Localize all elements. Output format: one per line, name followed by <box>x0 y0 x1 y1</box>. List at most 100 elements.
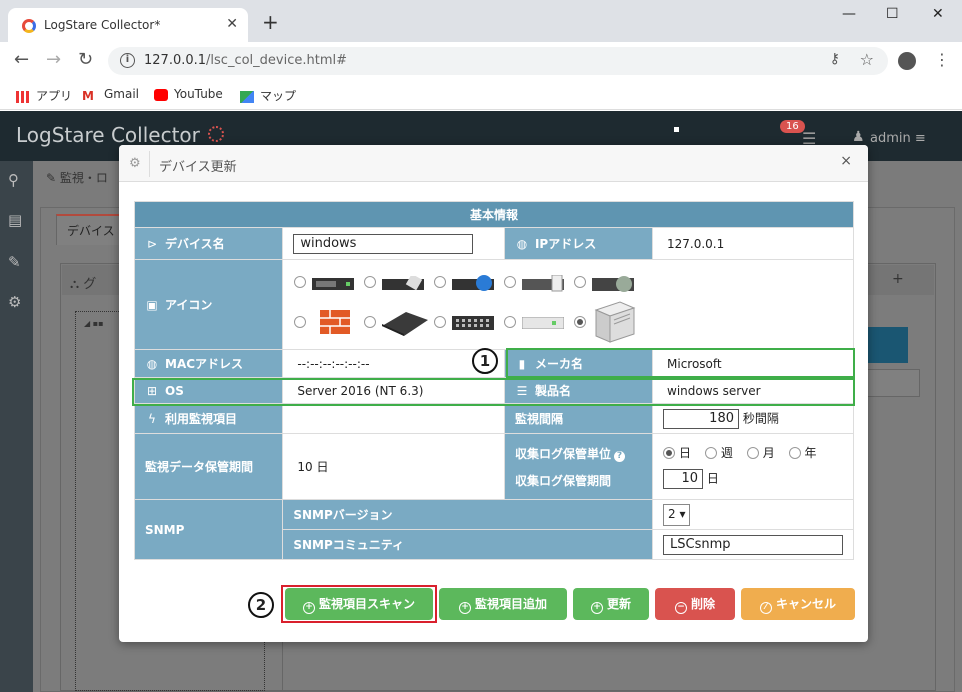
icon-radio-storage[interactable] <box>504 276 516 288</box>
add-icon[interactable]: + <box>892 271 904 287</box>
rack-server-icon <box>312 278 354 290</box>
radio-month-label: 月 <box>762 446 775 460</box>
tower-server-icon <box>594 301 636 343</box>
status-dot <box>674 127 679 132</box>
retention-label: 監視データ保管期間 <box>133 433 284 500</box>
mac-label: ◍ MACアドレス <box>133 349 284 378</box>
url-host: 127.0.0.1 <box>144 53 207 68</box>
snmp-community-field[interactable]: LSCsnmp <box>663 534 843 555</box>
breadcrumb: ✎ 監視・ロ <box>46 171 108 185</box>
delete-button[interactable]: − 削除 <box>655 588 735 620</box>
radio-month[interactable] <box>746 446 759 459</box>
button-label: 削除 <box>690 597 715 611</box>
new-tab-icon[interactable]: + <box>262 12 279 32</box>
tab-title: LogStare Collector* <box>44 18 161 32</box>
back-icon[interactable]: ← <box>14 51 29 69</box>
icon-radio-hub[interactable] <box>504 316 516 328</box>
snmp-version-select[interactable]: 2 ▾ <box>663 503 691 526</box>
bookmark-star-icon[interactable]: ☆ <box>860 50 874 69</box>
spinner-icon <box>208 126 224 142</box>
radio-day[interactable] <box>663 446 675 459</box>
device-name-field[interactable]: windows <box>293 233 474 254</box>
log-period-field[interactable]: 10 <box>663 469 703 489</box>
bookmark-gmail[interactable]: M Gmail <box>82 87 140 103</box>
icon-radio-rack-server[interactable] <box>294 276 306 288</box>
bookmark-label: Gmail <box>104 87 140 101</box>
ban-icon: ⁄ <box>759 602 772 614</box>
button-label: キャンセル <box>775 597 836 611</box>
modal-title: デバイス更新 <box>159 160 237 175</box>
switch-icon <box>452 316 494 330</box>
label-text: アイコン <box>165 298 213 312</box>
used-items-value <box>282 403 505 434</box>
button-label: 更新 <box>606 597 631 611</box>
minimize-icon[interactable]: — <box>842 6 856 22</box>
maximize-icon[interactable]: ☐ <box>886 6 899 22</box>
plus-circle-icon: + <box>302 602 315 614</box>
key-icon[interactable]: ⚷ <box>830 51 840 67</box>
mac-value: --:--:--:--:--:-- <box>282 349 505 378</box>
window-close-icon[interactable]: ✕ <box>932 6 944 22</box>
reload-icon[interactable]: ↻ <box>78 51 93 69</box>
forward-icon[interactable]: → <box>46 51 61 69</box>
device-name-cell: windows <box>282 227 505 260</box>
cancel-button[interactable]: ⁄ キャンセル <box>741 588 855 620</box>
annotation-marker-1: 1 <box>472 348 498 374</box>
wrench-icon[interactable]: ✎ <box>8 253 21 271</box>
user-name: admin <box>870 131 911 146</box>
search-icon[interactable]: ⚲ <box>8 171 19 189</box>
browser-tabstrip: LogStare Collector* ✕ + — ☐ ✕ <box>0 0 962 42</box>
log-settings-cell: 日 週 月 年 10 日 <box>652 433 854 500</box>
interval-field[interactable]: 180 <box>663 408 739 429</box>
user-icon: ♟ <box>852 129 865 145</box>
highlight-os-product <box>132 378 855 406</box>
scan-button[interactable]: + 監視項目スキャン <box>285 588 433 620</box>
ip-value: 127.0.0.1 <box>652 227 854 260</box>
icon-radio-firewall[interactable] <box>294 316 306 328</box>
tree-expand-icon[interactable]: ◢ ▪▪ <box>84 319 104 328</box>
gear-icon: ⚙ <box>129 156 141 171</box>
icon-radio-disk-array[interactable] <box>574 276 586 288</box>
label-text: 収集ログ保管単位 <box>514 446 611 461</box>
bolt-icon: ϟ <box>148 412 156 426</box>
app-title: LogStare Collector <box>16 123 200 147</box>
snmp-version-value: 2 <box>668 506 676 521</box>
icon-radio-switch[interactable] <box>434 316 446 328</box>
bookmark-maps[interactable]: マップ <box>240 87 296 104</box>
profile-icon[interactable] <box>898 52 916 70</box>
book-icon[interactable]: ▤ <box>8 211 22 229</box>
browser-tab[interactable]: LogStare Collector* ✕ <box>8 8 248 42</box>
bookmark-label: マップ <box>260 89 297 103</box>
bookmark-youtube[interactable]: YouTube <box>154 87 223 101</box>
radio-year[interactable] <box>788 446 801 459</box>
log-period-row: 10 日 <box>663 469 843 489</box>
bookmark-apps[interactable]: アプリ <box>16 87 72 104</box>
update-button[interactable]: + 更新 <box>573 588 649 620</box>
tab-close-icon[interactable]: ✕ <box>226 16 238 32</box>
disk-array-icon <box>592 276 634 292</box>
maps-icon <box>240 90 254 103</box>
icon-radio-router[interactable] <box>364 276 376 288</box>
user-menu[interactable]: admin ≡ <box>870 131 926 146</box>
icon-radio-appliance[interactable] <box>364 316 376 328</box>
log-period-label: 収集ログ保管期間 <box>514 473 611 488</box>
browser-menu-icon[interactable]: ⋮ <box>934 50 950 69</box>
highlight-maker <box>506 348 855 378</box>
tab-devices[interactable]: デバイス <box>56 214 126 245</box>
add-item-button[interactable]: + 監視項目追加 <box>439 588 567 620</box>
snmp-label: SNMP <box>133 499 284 560</box>
interval-cell: 180 秒間隔 <box>652 403 854 434</box>
image-icon: ▣ <box>146 298 158 312</box>
label-text: 利用監視項目 <box>165 412 238 426</box>
address-bar[interactable]: i 127.0.0.1/lsc_col_device.html# ⚷ ☆ <box>108 47 888 75</box>
radio-week[interactable] <box>704 446 717 459</box>
info-icon[interactable]: i <box>120 53 135 68</box>
modal-close-icon[interactable]: × <box>840 153 852 169</box>
gears-icon[interactable]: ⚙ <box>8 293 21 311</box>
icon-radio-globe-server[interactable] <box>434 276 446 288</box>
icon-radio-tower-server[interactable] <box>574 316 586 328</box>
help-icon[interactable]: ? <box>613 450 625 462</box>
minus-circle-icon: − <box>674 602 687 614</box>
interval-label: 監視間隔 <box>503 403 654 434</box>
button-label: 監視項目追加 <box>474 597 547 611</box>
